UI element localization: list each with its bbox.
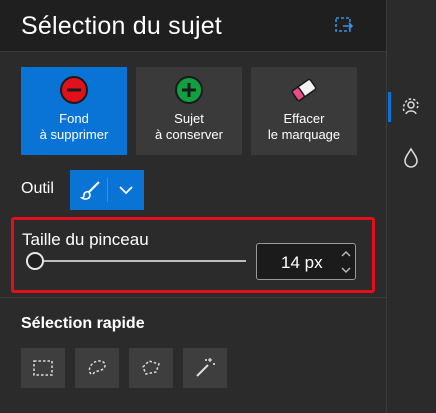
eraser-icon xyxy=(291,78,317,102)
lasso-select-icon xyxy=(88,360,106,376)
tool-dropdown[interactable] xyxy=(70,170,144,210)
subject-selection-panel: Sélection du sujet Fond à supprimer Suje… xyxy=(0,0,386,413)
brush-size-slider-thumb[interactable] xyxy=(26,252,44,270)
brush-size-slider-track[interactable] xyxy=(36,260,246,262)
tool-label: Outil xyxy=(21,180,54,197)
rectangle-select-icon xyxy=(33,360,53,376)
panel-title: Sélection du sujet xyxy=(21,12,222,40)
decrement-icon[interactable] xyxy=(339,264,353,276)
brush-size-input[interactable]: 14 px xyxy=(256,243,356,280)
erase-marking-button[interactable]: Effacer le marquage xyxy=(251,67,357,155)
polygon-lasso-icon xyxy=(142,360,160,375)
minus-circle-icon xyxy=(60,76,88,104)
drop-icon[interactable] xyxy=(399,146,423,170)
lasso-select-button[interactable] xyxy=(75,348,119,388)
brush-size-label: Taille du pinceau xyxy=(22,230,149,249)
panel-header: Sélection du sujet xyxy=(0,0,386,52)
brush-icon xyxy=(80,181,100,200)
dropdown-separator xyxy=(107,178,108,202)
erase-marking-label: Effacer le marquage xyxy=(267,111,341,142)
quick-selection-title: Sélection rapide xyxy=(21,315,145,332)
subject-to-keep-button[interactable]: Sujet à conserver xyxy=(136,67,242,155)
rectangle-select-button[interactable] xyxy=(21,348,65,388)
subject-select-icon[interactable] xyxy=(399,95,423,119)
dock-panel-icon[interactable] xyxy=(333,14,355,36)
polygon-lasso-button[interactable] xyxy=(129,348,173,388)
magic-wand-button[interactable] xyxy=(183,348,227,388)
magic-wand-icon xyxy=(196,358,215,377)
section-divider xyxy=(0,297,386,298)
plus-circle-icon xyxy=(175,76,203,104)
chevron-down-icon[interactable] xyxy=(117,182,135,198)
side-rail-active-indicator xyxy=(388,92,391,122)
subject-to-keep-label: Sujet à conserver xyxy=(155,111,223,142)
side-rail xyxy=(387,0,436,413)
background-to-remove-button[interactable]: Fond à supprimer xyxy=(21,67,127,155)
brush-size-value: 14 px xyxy=(281,253,323,272)
increment-icon[interactable] xyxy=(339,248,353,260)
background-to-remove-label: Fond à supprimer xyxy=(39,111,109,142)
